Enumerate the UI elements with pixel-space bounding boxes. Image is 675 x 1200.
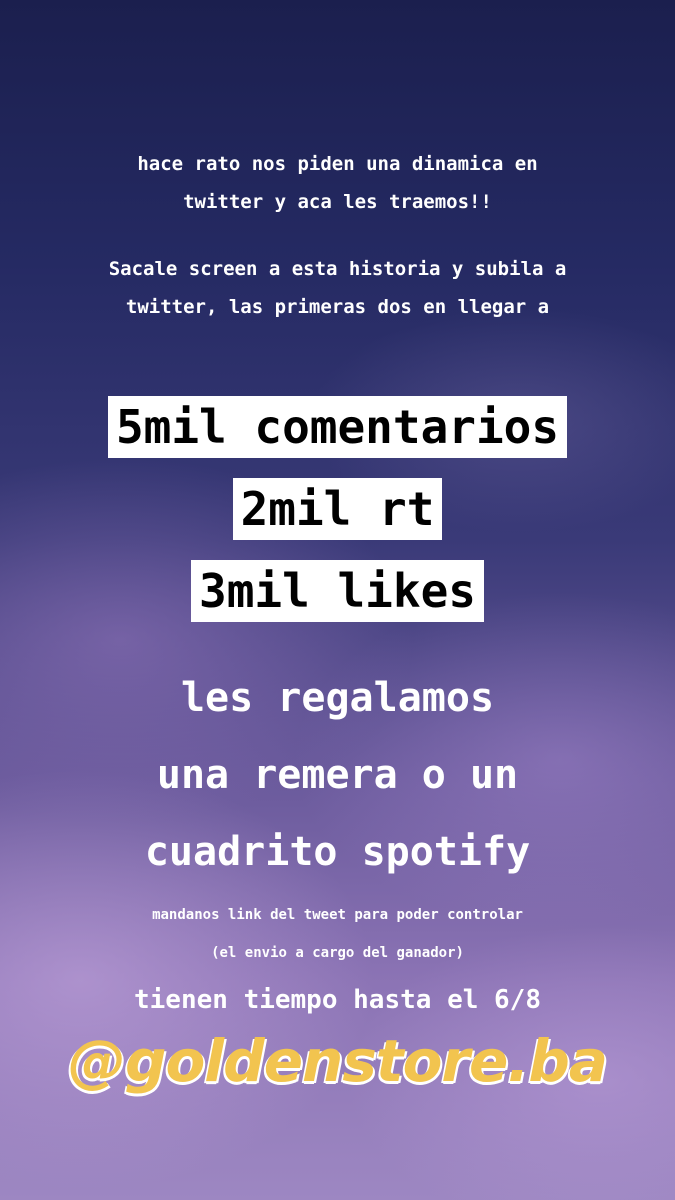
goal-retweets: 2mil rt — [0, 478, 675, 540]
goal-comments: 5mil comentarios — [0, 396, 675, 458]
goal-comments-label: 5mil comentarios — [107, 396, 568, 458]
prize-line-2: una remera o un — [156, 752, 519, 798]
prize-line-3: cuadrito spotify — [144, 829, 531, 875]
prize-line-1: les regalamos — [180, 675, 495, 721]
goal-retweets-label: 2mil rt — [232, 478, 443, 540]
instructions-text: Sacale screen a esta historia y subila a… — [0, 250, 675, 326]
intro-line-2: twitter y aca les traemos!! — [183, 191, 492, 213]
prize-text: les regalamos una remera o un cuadrito s… — [0, 660, 675, 891]
note-shipping-text: (el envio a cargo del ganador) — [211, 945, 464, 961]
deadline-text: tienen tiempo hasta el 6/8 — [134, 985, 541, 1015]
goal-likes-label: 3mil likes — [191, 560, 484, 622]
goal-likes: 3mil likes — [0, 560, 675, 622]
intro-text: hace rato nos piden una dinamica en twit… — [0, 145, 675, 221]
instructions-line-1: Sacale screen a esta historia y subila a — [108, 258, 567, 280]
instructions-line-2: twitter, las primeras dos en llegar a — [125, 296, 550, 318]
store-handle[interactable]: @goldenstore.ba — [0, 1027, 675, 1095]
intro-line-1: hace rato nos piden una dinamica en — [137, 153, 538, 175]
note-link-text: mandanos link del tweet para poder contr… — [152, 907, 523, 923]
